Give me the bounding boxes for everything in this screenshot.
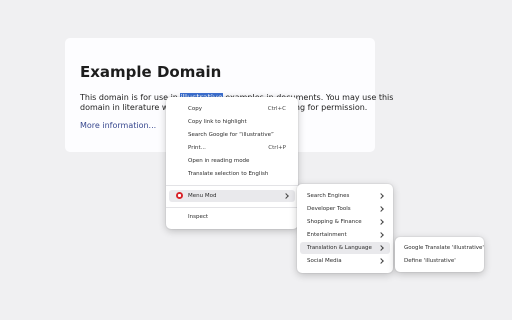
menu-item-label: Google Translate 'illustrative' xyxy=(404,245,484,251)
chevron-right-icon xyxy=(378,219,384,225)
translation-submenu: Google Translate 'illustrative' Define '… xyxy=(395,237,484,272)
chevron-right-icon xyxy=(283,193,289,199)
page-title: Example Domain xyxy=(80,63,222,81)
context-menu: Copy Ctrl+C Copy link to highlight Searc… xyxy=(166,97,298,229)
menu-divider xyxy=(166,185,298,186)
chevron-right-icon xyxy=(378,193,384,199)
menu-item-label: Shopping & Finance xyxy=(307,219,362,225)
menu-item-shortcut: Ctrl+P xyxy=(268,145,286,151)
menu-item-shortcut: Ctrl+C xyxy=(267,106,286,112)
menu-item-copy-link-to-highlight[interactable]: Copy link to highlight xyxy=(169,116,295,128)
submenu-item-shopping-finance[interactable]: Shopping & Finance xyxy=(300,216,390,228)
menu-item-label: Define 'illustrative' xyxy=(404,258,456,264)
menu-item-label: Translate selection to English xyxy=(188,171,269,177)
menu-item-print[interactable]: Print... Ctrl+P xyxy=(169,142,295,154)
menu-item-label: Social Media xyxy=(307,258,342,264)
menu-mod-submenu: Search Engines Developer Tools Shopping … xyxy=(297,184,393,273)
menu-divider xyxy=(166,207,298,208)
menu-item-inspect[interactable]: Inspect xyxy=(169,211,295,223)
menu-item-label: Inspect xyxy=(188,214,209,220)
menu-item-menu-mod[interactable]: Menu Mod xyxy=(169,190,295,202)
menu-item-search-google[interactable]: Search Google for “illustrative” xyxy=(169,129,295,141)
menu-item-label: Search Engines xyxy=(307,193,350,199)
menu-item-label: Developer Tools xyxy=(307,206,351,212)
menu-item-label: Menu Mod xyxy=(188,193,217,199)
chevron-right-icon xyxy=(378,245,384,251)
menu-item-label: Print... xyxy=(188,145,206,151)
menu-item-open-reading-mode[interactable]: Open in reading mode xyxy=(169,155,295,167)
submenu-item-search-engines[interactable]: Search Engines xyxy=(300,190,390,202)
more-information-link[interactable]: More information... xyxy=(80,121,156,130)
submenu-item-define[interactable]: Define 'illustrative' xyxy=(398,255,481,267)
chevron-right-icon xyxy=(378,232,384,238)
menu-item-label: Open in reading mode xyxy=(188,158,250,164)
menu-mod-icon xyxy=(176,192,183,199)
menu-item-label: Copy xyxy=(188,106,202,112)
menu-item-copy[interactable]: Copy Ctrl+C xyxy=(169,103,295,115)
chevron-right-icon xyxy=(378,258,384,264)
submenu-item-developer-tools[interactable]: Developer Tools xyxy=(300,203,390,215)
chevron-right-icon xyxy=(378,206,384,212)
submenu-item-translation-language[interactable]: Translation & Language xyxy=(300,242,390,254)
menu-item-label: Entertainment xyxy=(307,232,347,238)
submenu-item-social-media[interactable]: Social Media xyxy=(300,255,390,267)
submenu-item-entertainment[interactable]: Entertainment xyxy=(300,229,390,241)
menu-item-translate-selection[interactable]: Translate selection to English xyxy=(169,168,295,180)
submenu-item-google-translate[interactable]: Google Translate 'illustrative' xyxy=(398,242,484,254)
menu-item-label: Search Google for “illustrative” xyxy=(188,132,274,138)
menu-item-label: Copy link to highlight xyxy=(188,119,247,125)
menu-item-label: Translation & Language xyxy=(307,245,372,251)
